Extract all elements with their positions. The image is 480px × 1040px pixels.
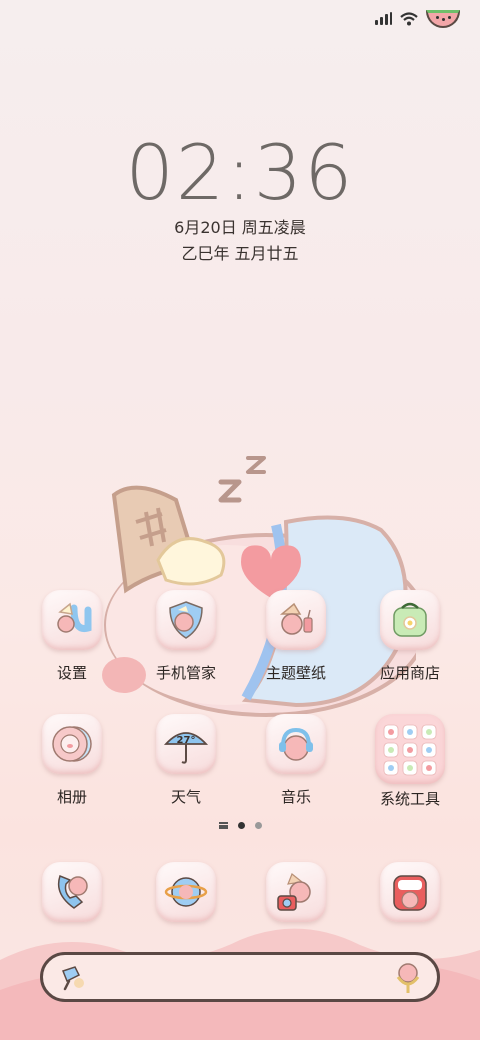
phone-icon[interactable] xyxy=(42,862,102,922)
folder-system-tools[interactable]: 系统工具 xyxy=(354,714,466,809)
app-label: 手机管家 xyxy=(155,664,216,682)
clock-time[interactable]: 02:36 xyxy=(0,128,480,217)
search-brush-icon[interactable] xyxy=(59,963,89,993)
app-settings[interactable]: 设置 xyxy=(16,590,128,683)
status-bar xyxy=(375,8,460,30)
page-list-icon[interactable] xyxy=(218,822,228,829)
app-weather[interactable]: 27° 天气 xyxy=(130,714,242,807)
music-icon[interactable] xyxy=(266,714,326,774)
app-store[interactable]: 应用商店 xyxy=(354,590,466,683)
app-themes[interactable]: 主题壁纸 xyxy=(240,590,352,683)
gallery-icon[interactable] xyxy=(42,714,102,774)
app-label: 设置 xyxy=(56,664,87,682)
app-label: 相册 xyxy=(56,788,87,806)
themes-icon[interactable] xyxy=(266,590,326,650)
app-phone-manager[interactable]: 手机管家 xyxy=(130,590,242,683)
app-label: 系统工具 xyxy=(379,790,440,808)
search-bar[interactable] xyxy=(40,952,440,1002)
phone-manager-icon[interactable] xyxy=(156,590,216,650)
system-tools-folder-icon[interactable] xyxy=(375,714,445,784)
app-music[interactable]: 音乐 xyxy=(240,714,352,807)
app-label: 主题壁纸 xyxy=(265,664,326,682)
voice-assistant-icon[interactable] xyxy=(393,961,423,995)
dock-messages[interactable] xyxy=(354,862,466,922)
dock-browser[interactable] xyxy=(130,862,242,922)
messages-icon[interactable] xyxy=(380,862,440,922)
camera-icon[interactable] xyxy=(266,862,326,922)
app-label: 音乐 xyxy=(280,788,311,806)
app-label: 天气 xyxy=(170,788,201,806)
lunar-date: 乙巳年 五月廿五 xyxy=(181,244,299,263)
weather-icon[interactable]: 27° xyxy=(156,714,216,774)
page-indicator[interactable] xyxy=(0,822,480,829)
app-store-icon[interactable] xyxy=(380,590,440,650)
dock-phone[interactable] xyxy=(16,862,128,922)
clock-date[interactable]: 6月20日 周五凌晨 xyxy=(0,214,480,238)
signal-bars-icon xyxy=(375,12,392,25)
page-dot-active[interactable] xyxy=(237,822,245,829)
dock-camera[interactable] xyxy=(240,862,352,922)
weather-temperature: 27° xyxy=(177,735,196,746)
app-label: 应用商店 xyxy=(379,664,440,682)
wifi-icon xyxy=(400,12,418,26)
browser-icon[interactable] xyxy=(156,862,216,922)
settings-icon[interactable] xyxy=(42,590,102,650)
page-dot[interactable] xyxy=(254,822,262,829)
watermelon-battery-icon xyxy=(426,10,460,28)
app-gallery[interactable]: 相册 xyxy=(16,714,128,807)
